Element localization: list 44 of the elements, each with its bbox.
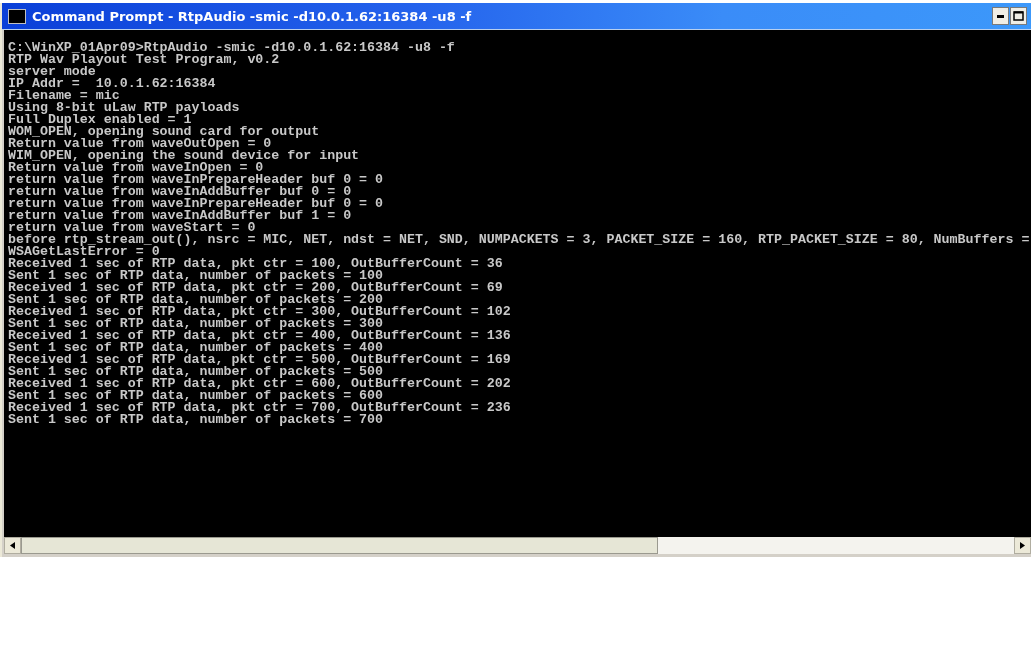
console-line: Sent 1 sec of RTP data, number of packets = 500 — [8, 366, 384, 378]
console-line: C:\WinXP_01Apr09>RtpAudio -smic -d10.0.1.62:16384 -u8 -f — [8, 42, 455, 54]
maximize-button[interactable] — [1010, 7, 1027, 25]
console-line: Received 1 sec of RTP data, pkt ctr = 300, OutBufferCount = 102 — [8, 306, 511, 318]
console-line: Sent 1 sec of RTP data, number of packets = 700 — [8, 414, 384, 426]
console-line: return value from waveInAddBuffer buf 0 = 0 — [8, 186, 352, 198]
console-line: Sent 1 sec of RTP data, number of packets = 300 — [8, 318, 384, 330]
left-arrow-icon — [10, 542, 15, 549]
console-line: IP Addr = 10.0.1.62:16384 — [8, 78, 216, 90]
console-line: return value from waveInPrepareHeader buf 0 = 0 — [8, 174, 384, 186]
console-line: return value from waveInPrepareHeader buf 0 = 0 — [8, 198, 384, 210]
console-line: WOM_OPEN, opening sound card for output — [8, 126, 320, 138]
right-arrow-icon — [1020, 542, 1025, 549]
console-line: return value from waveStart = 0 — [8, 222, 256, 234]
console-line: Sent 1 sec of RTP data, number of packets = 100 — [8, 270, 384, 282]
console-line: WIM_OPEN, opening the sound device for input — [8, 150, 360, 162]
console-line: Sent 1 sec of RTP data, number of packets = 600 — [8, 390, 384, 402]
maximize-icon — [1013, 11, 1024, 21]
console-line: Received 1 sec of RTP data, pkt ctr = 500, OutBufferCount = 169 — [8, 354, 511, 366]
console-line: before rtp_stream_out(), nsrc = MIC, NET, ndst = NET, SND, NUMPACKETS = 3, PACKET_SIZE = 160, RTP_PACKET_SIZE = 80, NumBuffers = — [8, 234, 1030, 246]
console-line: WSAGetLastError = 0 — [8, 246, 160, 258]
console-line: Filename = mic — [8, 90, 120, 102]
console-line: Full Duplex enabled = 1 — [8, 114, 192, 126]
console-line: RTP Wav Playout Test Program, v0.2 — [8, 54, 280, 66]
console-line: Return value from waveOutOpen = 0 — [8, 138, 272, 150]
console-icon — [8, 8, 26, 24]
minimize-icon — [997, 14, 1004, 18]
console-line: Received 1 sec of RTP data, pkt ctr = 700, OutBufferCount = 236 — [8, 402, 511, 414]
console-line: Received 1 sec of RTP data, pkt ctr = 600, OutBufferCount = 202 — [8, 378, 511, 390]
console-line: Received 1 sec of RTP data, pkt ctr = 200, OutBufferCount = 69 — [8, 282, 503, 294]
scroll-right-button[interactable] — [1014, 537, 1031, 554]
scroll-thumb[interactable] — [21, 537, 658, 554]
console-line: Sent 1 sec of RTP data, number of packets = 400 — [8, 342, 384, 354]
console-line: Received 1 sec of RTP data, pkt ctr = 400, OutBufferCount = 136 — [8, 330, 511, 342]
console-line: Received 1 sec of RTP data, pkt ctr = 100, OutBufferCount = 36 — [8, 258, 503, 270]
window-title: Command Prompt - RtpAudio -smic -d10.0.1.62:16384 -u8 -f — [32, 8, 473, 24]
scroll-left-button[interactable] — [4, 537, 21, 554]
minimize-button[interactable] — [992, 7, 1009, 25]
console-line: Sent 1 sec of RTP data, number of packets = 200 — [8, 294, 384, 306]
console-line: server mode — [8, 66, 96, 78]
console-line: return value from waveInAddBuffer buf 1 = 0 — [8, 210, 352, 222]
console-line: Return value from waveInOpen = 0 — [8, 162, 264, 174]
horizontal-scrollbar[interactable] — [4, 537, 1031, 554]
console-line: Using 8-bit uLaw RTP payloads — [8, 102, 240, 114]
